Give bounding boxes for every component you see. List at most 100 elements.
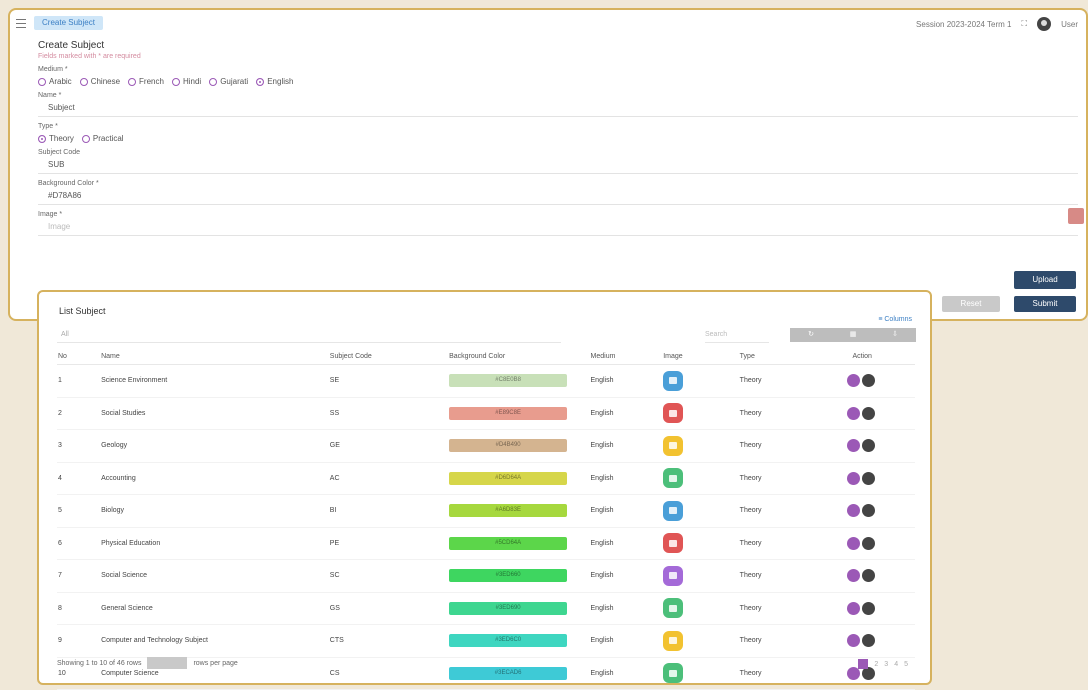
medium-radio-chinese[interactable]: Chinese — [79, 77, 120, 86]
radio-dot-icon[interactable] — [79, 77, 88, 86]
name-input[interactable]: Subject — [38, 99, 1078, 117]
search-input[interactable]: Search — [705, 328, 769, 343]
column-header-no[interactable]: No — [57, 348, 101, 365]
pagination: 2345 — [858, 659, 908, 669]
table-row: 6 Physical Education PE #5CD64A English Theor… — [57, 527, 915, 560]
bg-color-input[interactable]: #D78A86 — [38, 187, 1078, 205]
page-5[interactable]: 5 — [904, 661, 908, 668]
subject-image-icon[interactable] — [663, 663, 684, 684]
type-radio-theory[interactable]: Theory — [38, 134, 74, 143]
edit-icon[interactable] — [847, 471, 861, 485]
delete-icon[interactable] — [862, 439, 876, 453]
row-no: 7 — [57, 559, 101, 593]
subject-image-icon[interactable] — [663, 435, 684, 456]
code-input[interactable]: SUB — [38, 156, 1078, 174]
action-cell — [809, 397, 915, 430]
edit-icon[interactable] — [847, 569, 861, 583]
filter-select[interactable]: All — [57, 328, 561, 343]
medium-radio-arabic[interactable]: Arabic — [38, 77, 72, 86]
edit-icon[interactable] — [847, 634, 861, 648]
subject-image-icon[interactable] — [663, 468, 684, 489]
reset-button[interactable]: Reset — [942, 296, 1000, 312]
column-header-type[interactable]: Type — [738, 348, 810, 365]
row-no: 8 — [57, 592, 101, 625]
footer-text: Showing 1 to 10 of 46 rows — [57, 659, 142, 667]
action-cell — [809, 527, 915, 560]
bg-color-cell: #5CD64A — [448, 527, 590, 560]
toggle-view-button[interactable]: ▦ — [832, 328, 874, 342]
subject-image-icon[interactable] — [663, 533, 684, 554]
type-label: Type * — [38, 123, 58, 130]
delete-icon[interactable] — [862, 374, 876, 388]
subject-code: SC — [328, 559, 449, 593]
column-header-name[interactable]: Name — [100, 348, 329, 365]
bg-color-cell: #D6D64A — [448, 462, 590, 495]
export-button[interactable]: ⇩ — [874, 328, 916, 342]
subject-image-icon[interactable] — [663, 630, 684, 651]
subject-name: General Science — [100, 592, 329, 625]
subject-code: SE — [328, 364, 449, 398]
subject-medium: English — [589, 364, 663, 398]
column-header-medium[interactable]: Medium — [589, 348, 663, 365]
page-chip[interactable]: Create Subject — [34, 16, 103, 30]
submit-button[interactable]: Submit — [1014, 296, 1076, 312]
menu-icon[interactable] — [16, 19, 26, 28]
column-header-image[interactable]: Image — [662, 348, 739, 365]
medium-radio-gujarati[interactable]: Gujarati — [209, 77, 248, 86]
column-header-action[interactable]: Action — [809, 348, 915, 365]
columns-toggle[interactable]: ≡ Columns — [878, 316, 912, 323]
page-2[interactable]: 2 — [874, 661, 878, 668]
delete-icon[interactable] — [862, 536, 876, 550]
edit-icon[interactable] — [847, 601, 861, 615]
medium-radio-english[interactable]: English — [256, 77, 293, 86]
color-swatch[interactable] — [1068, 208, 1084, 224]
delete-icon[interactable] — [862, 406, 876, 420]
edit-icon[interactable] — [847, 406, 861, 420]
image-input[interactable]: Image — [38, 218, 1078, 236]
edit-icon[interactable] — [847, 504, 861, 518]
radio-dot-icon[interactable] — [171, 77, 180, 86]
radio-dot-icon[interactable] — [81, 134, 90, 143]
subject-code: PE — [328, 527, 449, 560]
delete-icon[interactable] — [862, 471, 876, 485]
subject-image-icon[interactable] — [663, 403, 684, 424]
radio-dot-icon[interactable] — [38, 77, 46, 86]
color-bar: #E89C8E — [449, 406, 568, 420]
edit-icon[interactable] — [847, 374, 861, 388]
delete-icon[interactable] — [862, 634, 876, 648]
page-1[interactable] — [858, 659, 869, 669]
refresh-button[interactable]: ↻ — [790, 328, 832, 342]
table-header-row: No Name Subject Code Background Color Medium… — [57, 348, 915, 365]
radio-dot-icon[interactable] — [38, 134, 46, 143]
type-radio-practical[interactable]: Practical — [81, 134, 124, 143]
list-title: List Subject — [59, 306, 106, 316]
subject-type: Theory — [738, 429, 810, 463]
subject-image-icon[interactable] — [663, 370, 684, 391]
fullscreen-icon[interactable]: ⛶ — [1022, 19, 1028, 29]
radio-dot-icon[interactable] — [128, 77, 137, 86]
delete-icon[interactable] — [862, 601, 876, 615]
delete-icon[interactable] — [862, 504, 876, 518]
delete-icon[interactable] — [862, 569, 876, 583]
user-name[interactable]: User — [1061, 20, 1078, 29]
subject-image-icon[interactable] — [663, 565, 684, 586]
page-3[interactable]: 3 — [884, 661, 888, 668]
avatar[interactable] — [1037, 17, 1052, 31]
subject-image-icon[interactable] — [663, 598, 684, 619]
upload-button[interactable]: Upload — [1014, 271, 1076, 289]
radio-dot-icon[interactable] — [209, 77, 218, 86]
rows-per-page-select[interactable] — [147, 657, 188, 669]
column-header-background-color[interactable]: Background Color — [448, 348, 590, 365]
radio-dot-icon[interactable] — [256, 77, 265, 86]
edit-icon[interactable] — [847, 536, 861, 550]
row-no: 1 — [57, 364, 101, 398]
radio-label: Hindi — [182, 77, 202, 86]
subject-image-icon[interactable] — [663, 500, 684, 521]
page-4[interactable]: 4 — [894, 661, 898, 668]
session-text[interactable]: Session 2023-2024 Term 1 — [916, 20, 1011, 29]
medium-radio-hindi[interactable]: Hindi — [171, 77, 202, 86]
table-row: 3 Geology GE #D4B490 English Theory — [57, 429, 915, 463]
medium-radio-french[interactable]: French — [128, 77, 164, 86]
edit-icon[interactable] — [847, 439, 861, 453]
column-header-subject-code[interactable]: Subject Code — [328, 348, 449, 365]
